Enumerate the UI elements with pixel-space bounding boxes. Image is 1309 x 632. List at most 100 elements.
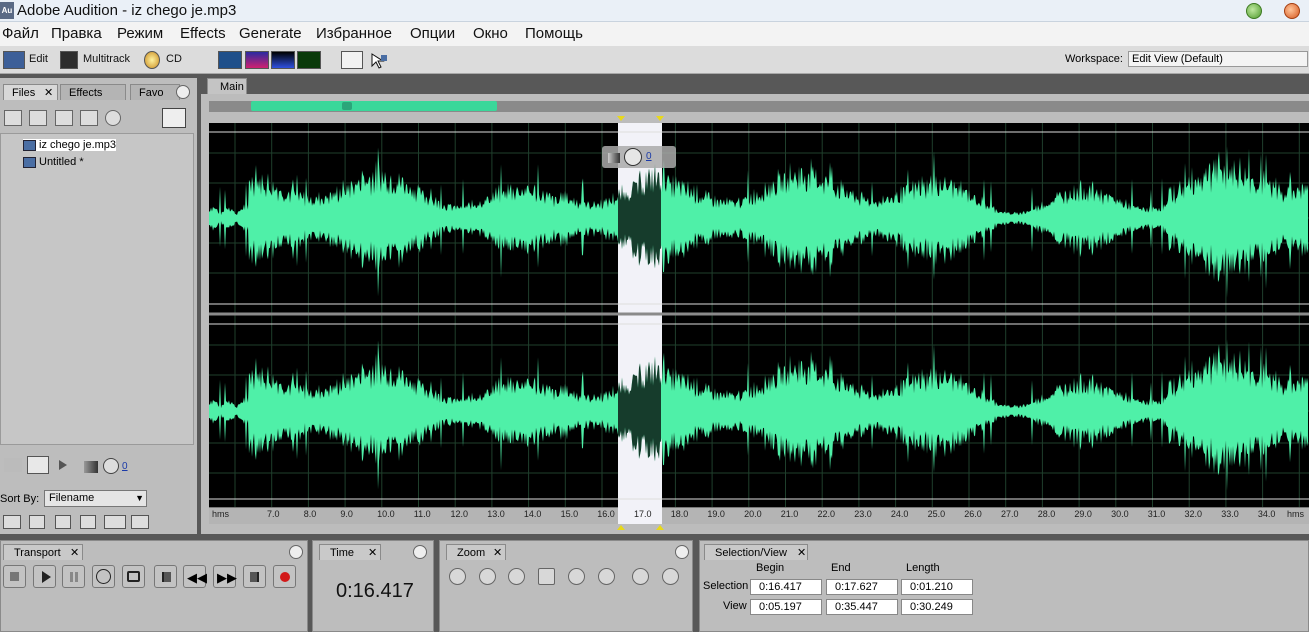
- menu-help[interactable]: Помощь: [525, 25, 583, 42]
- selection-start-marker[interactable]: [617, 116, 625, 121]
- scrollbar-thumb[interactable]: [251, 101, 497, 111]
- zoom-out-horizontal-icon[interactable]: [479, 568, 496, 585]
- menu-edit[interactable]: Правка: [51, 25, 102, 42]
- panel-menu-icon[interactable]: [176, 85, 190, 99]
- marquee-selection-tool-icon[interactable]: [368, 51, 388, 69]
- selection-row-label: Selection: [703, 580, 749, 592]
- menu-favorites[interactable]: Избранное: [316, 25, 392, 42]
- loop-icon[interactable]: [27, 456, 49, 474]
- tab-time[interactable]: Time ✕: [319, 544, 381, 560]
- level-knob-icon[interactable]: [624, 148, 642, 166]
- list-item[interactable]: Untitled *: [23, 156, 84, 168]
- edit-view-icon[interactable]: [3, 51, 25, 69]
- menu-effects[interactable]: Effects: [180, 25, 226, 42]
- close-icon[interactable]: ✕: [368, 545, 377, 561]
- insert-icon[interactable]: [3, 515, 21, 529]
- rewind-button[interactable]: ◀◀: [183, 565, 207, 588]
- play-from-cursor-button[interactable]: [92, 565, 115, 588]
- video-file-icon[interactable]: [55, 515, 71, 529]
- end-header: End: [831, 562, 851, 574]
- multitrack-icon[interactable]: [60, 51, 78, 69]
- pan-view-icon[interactable]: [271, 51, 295, 69]
- menu-options[interactable]: Опции: [410, 25, 455, 42]
- list-item[interactable]: iz chego je.mp3: [23, 139, 117, 151]
- stop-button[interactable]: [3, 565, 26, 588]
- volume-knob-icon[interactable]: [103, 458, 119, 474]
- tab-effects[interactable]: Effects: [60, 84, 126, 100]
- workspace-select[interactable]: Edit View (Default): [1128, 51, 1308, 67]
- close-window-icon[interactable]: [1284, 3, 1300, 19]
- volume-value[interactable]: 0: [122, 461, 128, 472]
- close-icon[interactable]: ✕: [44, 85, 53, 101]
- go-to-start-button[interactable]: [154, 565, 177, 588]
- record-button[interactable]: [273, 565, 296, 588]
- waveform-view-icon[interactable]: [218, 51, 242, 69]
- autoplay-icon[interactable]: [105, 110, 121, 126]
- ruler-tick-label: 23.0: [854, 509, 872, 519]
- tab-selection-view[interactable]: Selection/View ✕: [704, 544, 808, 560]
- insert-multitrack-icon[interactable]: [55, 110, 73, 126]
- midi-file-icon[interactable]: [80, 515, 96, 529]
- menu-mode[interactable]: Режим: [117, 25, 163, 42]
- multitrack-label[interactable]: Multitrack: [83, 53, 130, 65]
- selection-end-marker[interactable]: [656, 116, 664, 121]
- edit-view-label[interactable]: Edit: [29, 53, 48, 65]
- sort-by-value: Filename: [49, 492, 95, 504]
- insert-cd-icon[interactable]: [80, 110, 98, 126]
- spectral-view-icon[interactable]: [245, 51, 269, 69]
- zoom-to-left-edge-icon[interactable]: [568, 568, 585, 585]
- tab-transport[interactable]: Transport ✕: [3, 544, 83, 560]
- loop-play-button[interactable]: [122, 565, 145, 588]
- tab-main[interactable]: Main: [207, 78, 247, 94]
- menu-window[interactable]: Окно: [473, 25, 508, 42]
- fast-forward-button[interactable]: ▶▶: [213, 565, 237, 588]
- open-file-icon[interactable]: [4, 110, 22, 126]
- zoom-to-right-edge-icon[interactable]: [598, 568, 615, 585]
- selection-end-field[interactable]: 0:17.627: [826, 579, 898, 595]
- pause-button[interactable]: [62, 565, 85, 588]
- panel-menu-icon[interactable]: [675, 545, 689, 559]
- tab-favorites[interactable]: Favo: [130, 84, 180, 100]
- close-icon[interactable]: ✕: [493, 545, 502, 561]
- play-button[interactable]: [33, 565, 56, 588]
- selection-begin-field[interactable]: 0:16.417: [750, 579, 822, 595]
- zoom-in-horizontal-icon[interactable]: [449, 568, 466, 585]
- zoom-in-vertical-icon[interactable]: [632, 568, 649, 585]
- view-begin-field[interactable]: 0:05.197: [750, 599, 822, 615]
- speaker-icon[interactable]: [4, 458, 22, 472]
- view-length-field[interactable]: 0:30.249: [901, 599, 973, 615]
- close-file-icon[interactable]: [29, 110, 47, 126]
- zoom-to-selection-icon[interactable]: [538, 568, 555, 585]
- hud-level-control[interactable]: 0: [602, 146, 676, 168]
- play-preview-icon[interactable]: [59, 460, 67, 470]
- panel-menu-icon[interactable]: [289, 545, 303, 559]
- phase-view-icon[interactable]: [297, 51, 321, 69]
- cd-label[interactable]: CD: [166, 53, 182, 65]
- filter-icon[interactable]: [104, 515, 126, 529]
- show-options-icon[interactable]: [162, 108, 186, 128]
- loop-files-icon[interactable]: [29, 515, 45, 529]
- cd-file-icon[interactable]: [131, 515, 149, 529]
- selection-length-field[interactable]: 0:01.210: [901, 579, 973, 595]
- menu-file[interactable]: Файл: [2, 25, 39, 42]
- minimize-icon[interactable]: [1246, 3, 1262, 19]
- time-selection-tool-icon[interactable]: [341, 51, 363, 69]
- view-end-field[interactable]: 0:35.447: [826, 599, 898, 615]
- zoom-out-full-icon[interactable]: [508, 568, 525, 585]
- tab-files[interactable]: Files ✕: [3, 84, 58, 100]
- go-to-end-button[interactable]: [243, 565, 266, 588]
- selection-start-marker-bottom[interactable]: [617, 525, 625, 530]
- window-title: Adobe Audition - iz chego je.mp3: [17, 2, 237, 19]
- ruler-unit-right: hms: [1287, 509, 1305, 519]
- waveform-display[interactable]: [209, 123, 1309, 507]
- level-value[interactable]: 0: [646, 151, 652, 162]
- cd-icon[interactable]: [144, 51, 160, 69]
- tab-zoom[interactable]: Zoom ✕: [446, 544, 506, 560]
- menu-generate[interactable]: Generate: [239, 25, 302, 42]
- close-icon[interactable]: ✕: [70, 545, 79, 561]
- zoom-out-vertical-icon[interactable]: [662, 568, 679, 585]
- panel-menu-icon[interactable]: [413, 545, 427, 559]
- close-icon[interactable]: ✕: [797, 545, 806, 561]
- sort-by-select[interactable]: Filename ▼: [44, 490, 147, 507]
- selection-end-marker-bottom[interactable]: [656, 525, 664, 530]
